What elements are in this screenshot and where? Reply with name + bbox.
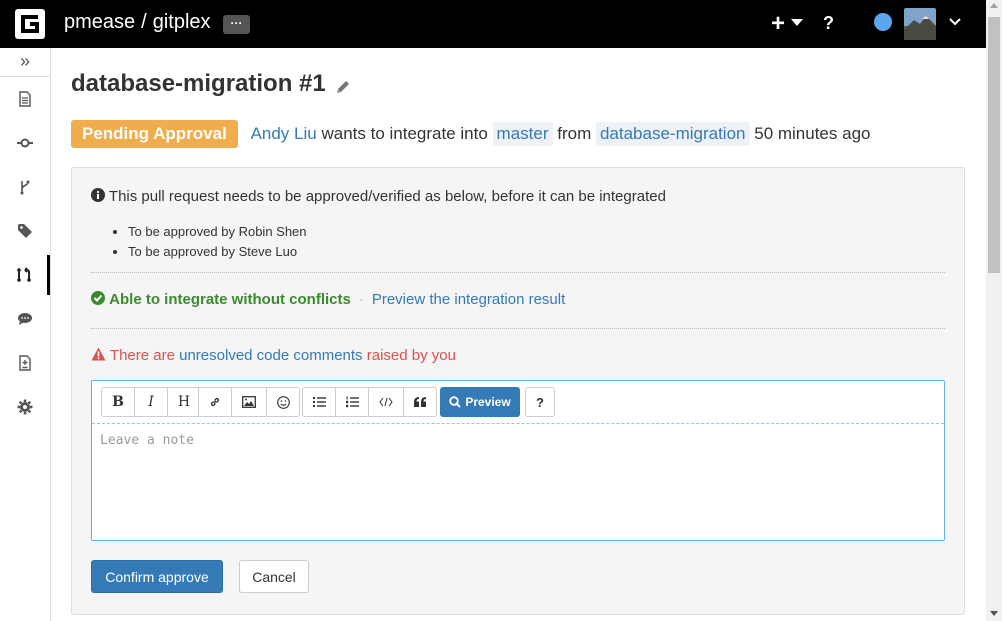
code-button[interactable]: [368, 387, 404, 417]
requirement-list: To be approved by Robin Shen To be appro…: [108, 222, 307, 262]
sidebar-item-files[interactable]: [0, 79, 50, 119]
integration-panel: This pull request needs to be approved/v…: [71, 167, 965, 615]
image-icon: [242, 396, 256, 408]
divider: [91, 328, 945, 329]
markdown-editor: B I H Preview ? Leave a note: [91, 380, 945, 541]
sidebar-item-comments[interactable]: [0, 299, 50, 339]
chevron-down-icon[interactable]: [948, 15, 962, 34]
unresolved-comments-link[interactable]: unresolved code comments: [179, 347, 362, 364]
cancel-button[interactable]: Cancel: [239, 560, 309, 593]
approval-info-text: This pull request needs to be approved/v…: [108, 188, 666, 205]
sidebar-item-settings[interactable]: [0, 387, 50, 427]
preview-button[interactable]: Preview: [440, 387, 520, 417]
smile-icon: [276, 395, 290, 409]
integrate-text: wants to integrate into: [321, 124, 488, 143]
sidebar-item-tags[interactable]: [0, 211, 50, 251]
repo-link[interactable]: gitplex: [153, 11, 211, 33]
search-icon: [449, 396, 462, 408]
preview-integration-link[interactable]: Preview the integration result: [372, 291, 565, 308]
request-summary: Pending Approval Andy Liu wants to integ…: [71, 120, 870, 148]
sidebar-item-commits[interactable]: [0, 123, 50, 163]
numbered-list-icon: [345, 396, 359, 408]
file-icon: [19, 91, 31, 107]
gitplex-logo[interactable]: [14, 8, 46, 40]
scroll-up-arrow[interactable]: [990, 3, 998, 8]
top-navbar: pmease / gitplex ··· + ?: [0, 0, 986, 48]
target-branch-link[interactable]: master: [492, 122, 553, 146]
format-group: B I H: [101, 387, 201, 417]
link-button[interactable]: [198, 387, 232, 417]
page-title: database-migration #1: [71, 70, 326, 97]
warning-suffix: raised by you: [366, 347, 456, 364]
breadcrumb-separator: /: [141, 11, 147, 33]
status-badge: Pending Approval: [71, 120, 238, 148]
warning-prefix: There are: [109, 347, 175, 364]
sidebar-item-branches[interactable]: [0, 167, 50, 207]
vertical-scrollbar[interactable]: [986, 0, 1002, 621]
comment-icon: [18, 313, 32, 325]
block-group: [302, 387, 437, 417]
scroll-thumb[interactable]: [988, 17, 1000, 273]
repo-breadcrumb: pmease / gitplex: [64, 11, 211, 34]
editor-toolbar: B I H Preview ?: [92, 381, 944, 424]
scroll-down-arrow[interactable]: [990, 611, 998, 616]
integration-ok-text: Able to integrate without conflicts: [109, 291, 351, 308]
source-branch-link[interactable]: database-migration: [595, 122, 750, 146]
heading-button[interactable]: H: [167, 387, 201, 417]
link-icon: [210, 397, 220, 407]
quote-icon: [413, 396, 426, 407]
from-text: from: [557, 124, 592, 143]
check-circle-icon: [91, 291, 105, 305]
warning-icon: [91, 347, 106, 361]
sidebar: »: [0, 48, 51, 621]
tag-icon: [18, 224, 32, 238]
bullet-list-icon: [312, 397, 326, 407]
more-button[interactable]: ···: [223, 15, 250, 34]
info-icon: [91, 188, 105, 202]
confirm-approve-button[interactable]: Confirm approve: [91, 560, 223, 593]
list-item: To be approved by Steve Luo: [128, 242, 307, 262]
commit-icon: [17, 138, 33, 148]
preview-label: Preview: [465, 395, 511, 409]
quote-button[interactable]: [403, 387, 437, 417]
owner-link[interactable]: pmease: [64, 11, 135, 33]
divider: [91, 272, 945, 273]
dot-separator: ·: [358, 291, 364, 308]
approval-info: This pull request needs to be approved/v…: [91, 188, 666, 205]
list-item: To be approved by Robin Shen: [128, 222, 307, 242]
sidebar-toggle[interactable]: »: [0, 48, 50, 77]
branch-icon: [20, 180, 30, 195]
unresolved-warning: There are unresolved code comments raise…: [91, 347, 456, 364]
create-button[interactable]: +: [771, 10, 785, 38]
note-textarea[interactable]: [100, 433, 930, 528]
compare-icon: [19, 355, 31, 371]
request-time: 50 minutes ago: [754, 124, 871, 143]
numbered-list-button[interactable]: [335, 387, 369, 417]
author-link[interactable]: Andy Liu: [251, 124, 317, 143]
code-icon: [379, 397, 393, 407]
gear-icon: [17, 399, 33, 415]
insert-group: [198, 387, 300, 417]
markdown-help-button[interactable]: ?: [525, 387, 555, 417]
emoji-button[interactable]: [266, 387, 300, 417]
edit-title-icon[interactable]: [334, 78, 352, 101]
integration-status: Able to integrate without conflicts · Prev…: [91, 291, 565, 308]
pull-request-icon: [16, 267, 31, 282]
user-avatar[interactable]: [904, 8, 936, 40]
help-button[interactable]: ?: [823, 13, 834, 34]
sidebar-item-compare[interactable]: [0, 343, 50, 383]
bullet-list-button[interactable]: [302, 387, 336, 417]
image-button[interactable]: [231, 387, 267, 417]
sidebar-item-pull-requests[interactable]: [0, 255, 50, 295]
caret-down-icon: [791, 19, 803, 26]
italic-button[interactable]: I: [134, 387, 168, 417]
bold-button[interactable]: B: [101, 387, 135, 417]
notification-dot[interactable]: [874, 13, 892, 31]
